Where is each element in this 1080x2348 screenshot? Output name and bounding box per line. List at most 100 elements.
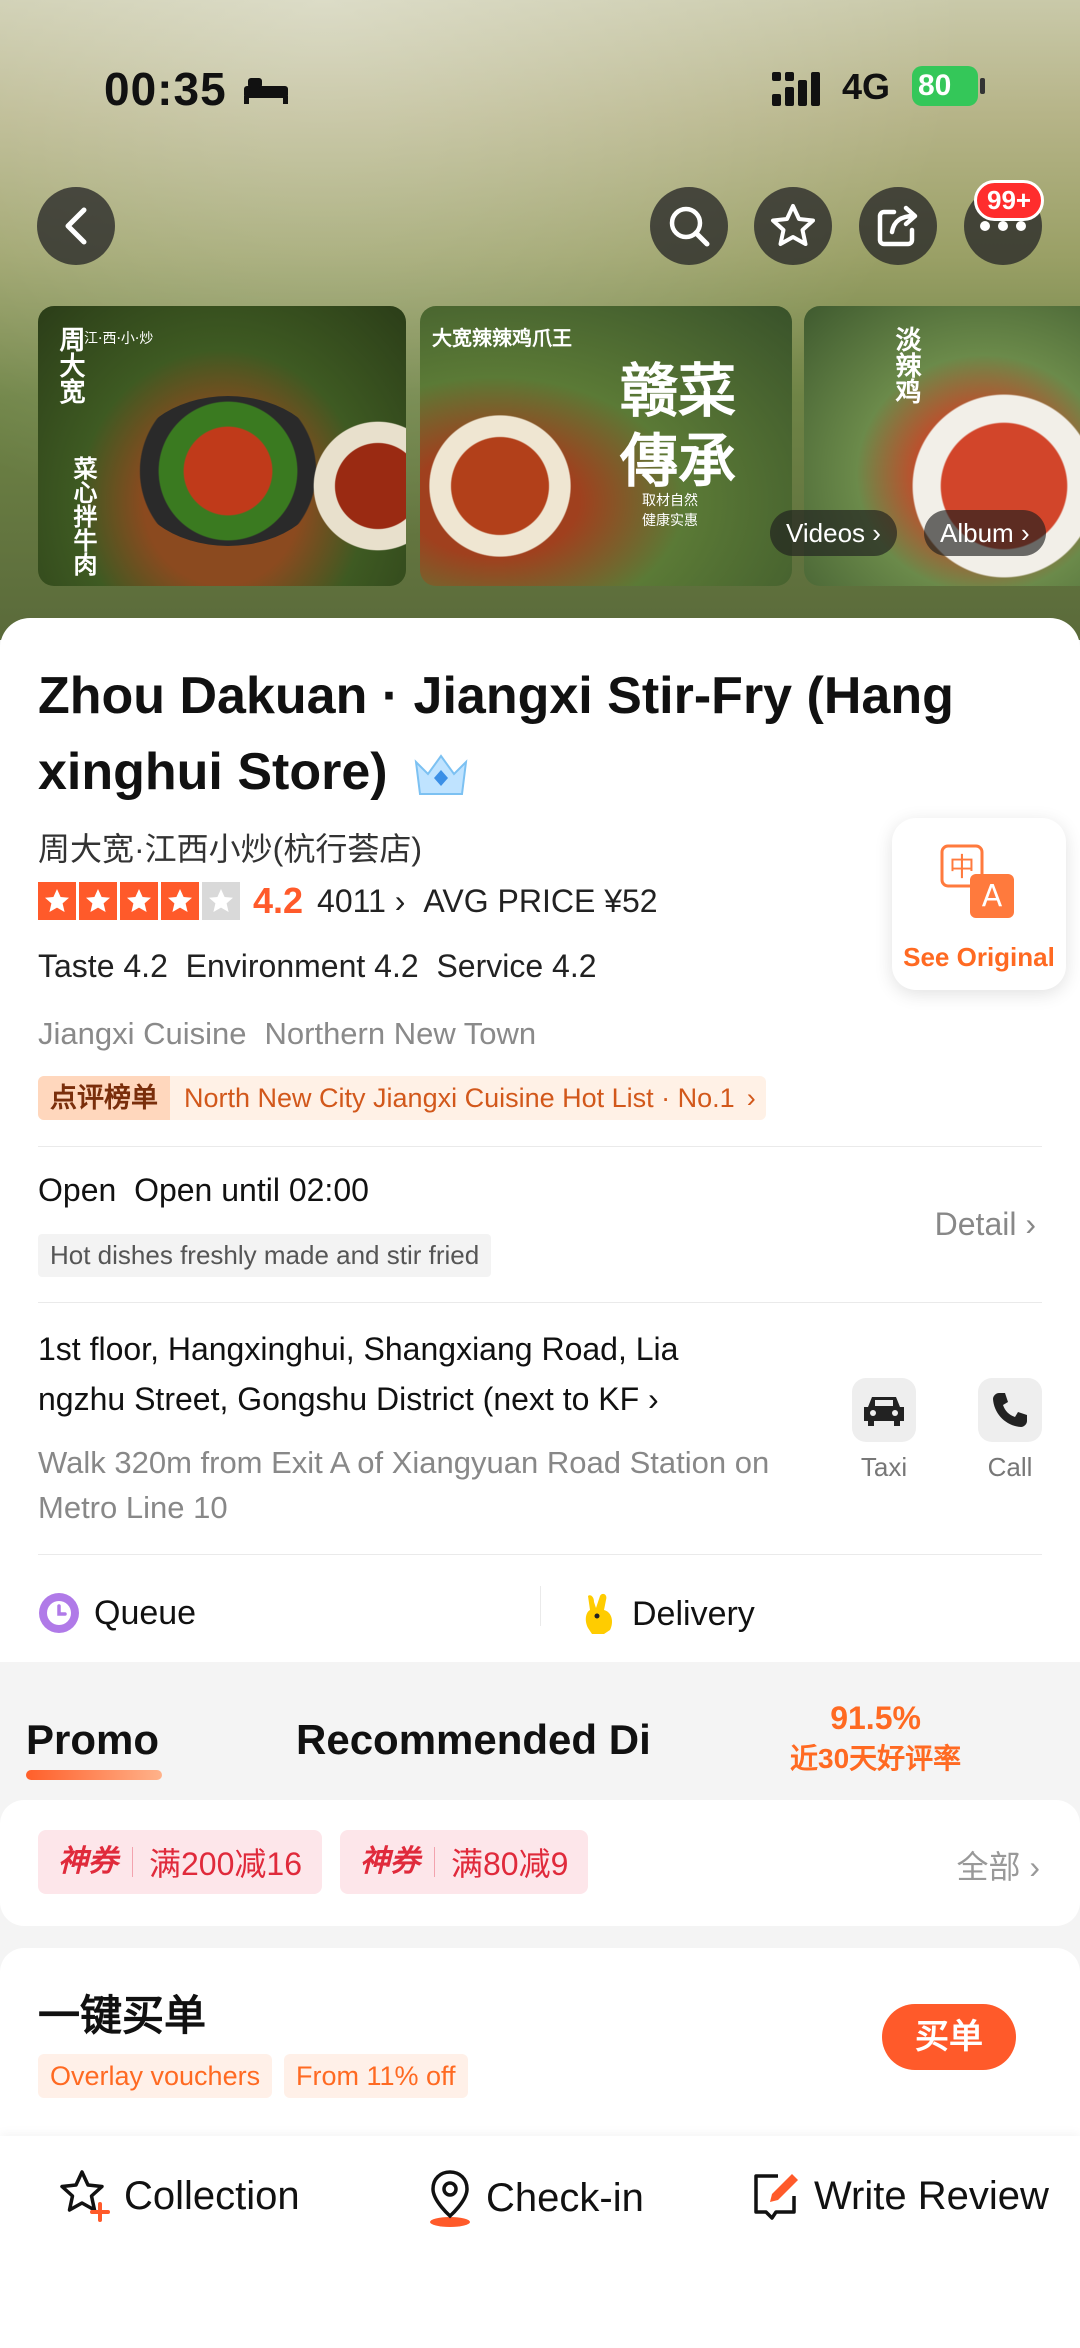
- edit-icon: [754, 2174, 798, 2220]
- walking-directions: Walk 320m from Exit A of Xiangyuan Road …: [38, 1445, 770, 1525]
- tab-recommended[interactable]: Recommended Di: [296, 1716, 658, 1764]
- photo-side-text: 菜心拌牛肉: [69, 456, 98, 576]
- shop-info-card: Zhou Dakuan · Jiangxi Stir-Fry (Hang xin…: [0, 618, 1080, 1662]
- gallery-photo-2[interactable]: 大宽辣辣鸡爪王 赣菜傳承 取材自然 健康实惠: [420, 306, 792, 586]
- share-icon: [877, 205, 918, 247]
- chevron-left-icon: [65, 207, 87, 245]
- star-add-icon: [60, 2170, 110, 2222]
- avg-price: AVG PRICE ¥52: [423, 882, 658, 919]
- photo-caption: 淡辣鸡: [891, 326, 921, 404]
- rating-score: 4.2: [253, 880, 304, 921]
- opening-hours: Open Open until 02:00: [38, 1172, 369, 1208]
- divider: [38, 1146, 1042, 1147]
- call-button[interactable]: Call: [970, 1378, 1050, 1483]
- battery-level: 80: [918, 69, 952, 102]
- coupon-amount: 满200减16: [149, 1846, 302, 1882]
- queue-label: Queue: [94, 1593, 197, 1632]
- more-dots-icon: [980, 221, 1026, 231]
- pay-button[interactable]: 买单: [882, 2004, 1016, 2070]
- taxi-button[interactable]: Taxi: [844, 1378, 924, 1483]
- category-tags: Jiangxi Cuisine Northern New Town: [38, 1016, 554, 1052]
- favorite-button[interactable]: [754, 187, 832, 265]
- videos-button[interactable]: Videos ›: [770, 510, 897, 556]
- quick-pay-tag: Overlay vouchers: [38, 2054, 273, 2098]
- chevron-right-icon: ›: [1025, 1206, 1036, 1242]
- section-tabs: Promo Recommended Di 91.5% 近30天好评率: [0, 1700, 1080, 1792]
- star-full-icon: [38, 882, 76, 920]
- queue-button[interactable]: Queue: [38, 1592, 196, 1634]
- address-link[interactable]: 1st floor, Hangxinghui, Shangxiang Road,…: [38, 1324, 798, 1424]
- gallery-photo-1[interactable]: 周大宽 江·西·小·炒 菜心拌牛肉: [38, 306, 406, 586]
- good-rate-badge: 91.5% 近30天好评率: [790, 1700, 961, 1777]
- star-full-icon: [120, 882, 158, 920]
- tag-area[interactable]: Northern New Town: [265, 1016, 537, 1051]
- phone-icon: [978, 1378, 1042, 1442]
- taxi-icon: [852, 1378, 916, 1442]
- quick-pay-tag: From 11% off: [284, 2054, 468, 2098]
- write-review-button[interactable]: Write Review: [748, 2168, 1049, 2224]
- divider: [38, 1302, 1042, 1303]
- all-coupons-link[interactable]: 全部 ›: [956, 1842, 1040, 1888]
- see-original-button[interactable]: 中 A See Original: [892, 818, 1066, 990]
- shop-title-line1: Zhou Dakuan · Jiangxi Stir-Fry (Hang: [38, 667, 954, 725]
- status-time: 00:35: [104, 63, 227, 115]
- hours-note: Hot dishes freshly made and stir fried: [38, 1234, 492, 1277]
- shop-title: Zhou Dakuan · Jiangxi Stir-Fry (Hang xin…: [38, 658, 1048, 810]
- hotlist-tag: 点评榜单: [38, 1076, 170, 1120]
- sub-scores: Taste 4.2 Environment 4.2 Service 4.2: [38, 948, 597, 984]
- star-full-icon: [79, 882, 117, 920]
- see-original-label: See Original: [903, 942, 1055, 972]
- sleep-mode-icon: [244, 78, 288, 104]
- coupon-section: 神券 满200减16 神券 满80减9 全部 ›: [0, 1800, 1080, 1926]
- dish-image: [128, 396, 328, 546]
- share-button[interactable]: [859, 187, 937, 265]
- detail-label: Detail: [934, 1206, 1017, 1242]
- coupon-item[interactable]: 神券 满80减9: [340, 1830, 589, 1894]
- rating-row: 4.2 4011 › AVG PRICE ¥52: [38, 880, 658, 922]
- review-count: 4011: [317, 882, 386, 919]
- checkin-button[interactable]: Check-in: [424, 2168, 644, 2228]
- dish-image: [420, 396, 590, 576]
- address-line2: ngzhu Street, Gongshu District (next to …: [38, 1381, 640, 1417]
- collection-button[interactable]: Collection: [56, 2168, 300, 2224]
- star-empty-icon: [202, 882, 240, 920]
- tab-promo[interactable]: Promo: [26, 1716, 159, 1764]
- divider-vertical: [540, 1586, 541, 1626]
- network-type: 4G: [842, 66, 891, 107]
- address-line1: 1st floor, Hangxinghui, Shangxiang Road,…: [38, 1331, 679, 1367]
- back-button[interactable]: [37, 187, 115, 265]
- album-button[interactable]: Album ›: [924, 510, 1046, 556]
- search-icon: [669, 206, 710, 247]
- chevron-right-icon: ›: [1020, 518, 1030, 548]
- chevron-right-icon: ›: [394, 882, 406, 919]
- coupon-item[interactable]: 神券 满200减16: [38, 1830, 322, 1894]
- hours-detail-link[interactable]: Detail ›: [935, 1206, 1036, 1243]
- shop-title-line2: xinghui Store): [38, 743, 388, 801]
- call-label: Call: [987, 1452, 1033, 1482]
- coupon-tag: 神券: [38, 1847, 133, 1877]
- album-label: Album: [940, 518, 1014, 548]
- photo-sub-text: 取材自然 健康实惠: [642, 493, 698, 529]
- coupon-amount: 满80减9: [451, 1846, 569, 1882]
- hotlist-banner[interactable]: 点评榜单 North New City Jiangxi Cuisine Hot …: [38, 1076, 766, 1120]
- battery-icon: 80: [912, 66, 978, 106]
- location-pin-icon: [430, 2170, 470, 2227]
- status-bar: 00:35 4G 80: [0, 60, 1080, 120]
- taxi-label: Taxi: [860, 1452, 908, 1482]
- tag-cuisine[interactable]: Jiangxi Cuisine: [38, 1016, 247, 1051]
- photo-big-text: 赣菜傳承: [620, 357, 737, 495]
- chevron-right-icon: ›: [746, 1082, 756, 1113]
- photo-caption: 大宽辣辣鸡爪王: [432, 326, 572, 350]
- shop-chinese-name: 周大宽·江西小炒(杭行荟店): [38, 831, 422, 867]
- delivery-label: Delivery: [632, 1594, 755, 1633]
- coupon-tag: 神券: [340, 1847, 435, 1877]
- delivery-button[interactable]: Delivery: [582, 1592, 755, 1636]
- search-button[interactable]: [650, 187, 728, 265]
- good-rate-label: 近30天好评率: [790, 1743, 962, 1774]
- checkin-label: Check-in: [486, 2175, 644, 2220]
- videos-label: Videos: [786, 518, 866, 548]
- divider: [38, 1554, 1042, 1555]
- dish-image: [884, 386, 1080, 586]
- review-count-link[interactable]: 4011 ›: [317, 883, 405, 920]
- all-label: 全部: [956, 1849, 1021, 1885]
